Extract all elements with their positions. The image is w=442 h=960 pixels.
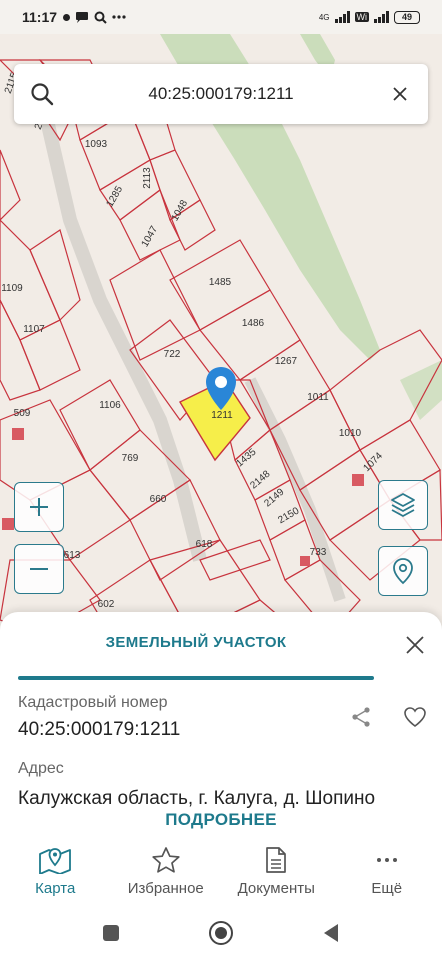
- status-bar: 11:17 4G Wi 49: [0, 0, 442, 34]
- plot-label-602: 602: [98, 599, 115, 610]
- plus-icon: [30, 498, 48, 516]
- signal-icon-2: [374, 11, 389, 23]
- layers-icon: [391, 493, 415, 517]
- search-icon[interactable]: [14, 64, 70, 124]
- plot-info-sheet: ЗЕМЕЛЬНЫЙ УЧАСТОК Кадастровый номер 40:2…: [0, 612, 442, 838]
- plot-label-1107: 1107: [23, 324, 45, 335]
- wifi-calling-label: Wi: [354, 12, 369, 22]
- plot-label-1048: 1048: [170, 198, 191, 223]
- plot-label-1106: 1106: [99, 400, 121, 411]
- back-button[interactable]: [316, 918, 346, 948]
- close-icon: [406, 636, 424, 654]
- plot-label-1047: 1047: [140, 224, 161, 249]
- close-sheet-button[interactable]: [402, 632, 428, 658]
- plot-label-769: 769: [122, 453, 139, 464]
- minus-icon: [30, 568, 48, 570]
- nav-label-documents: Документы: [237, 879, 315, 897]
- nav-label-map: Карта: [35, 879, 76, 897]
- system-nav-bar: [0, 906, 442, 960]
- map-view[interactable]: 2115211221391093211312851048104711091107…: [0, 34, 442, 634]
- plot-label-1011: 1011: [307, 392, 329, 403]
- map-icon: [39, 847, 72, 874]
- cadastral-number-value: 40:25:000179:1211: [18, 719, 181, 740]
- heart-icon: [404, 707, 426, 727]
- nav-item-more[interactable]: Ещё: [332, 836, 442, 906]
- plot-labels: 2115211221391093211312851048104711091107…: [1, 71, 385, 610]
- plot-label-1010: 1010: [339, 428, 362, 439]
- share-button[interactable]: [348, 704, 374, 730]
- chat-icon: [76, 11, 89, 23]
- nav-label-favorites: Избранное: [127, 879, 204, 897]
- more-details-button[interactable]: ПОДРОБНЕЕ: [0, 808, 442, 832]
- document-icon: [266, 846, 287, 873]
- share-icon: [352, 707, 370, 727]
- plot-label-733: 733: [310, 547, 327, 558]
- sheet-title: ЗЕМЕЛЬНЫЙ УЧАСТОК: [105, 634, 287, 651]
- nav-item-documents[interactable]: Документы: [221, 836, 332, 906]
- star-icon: [152, 846, 180, 873]
- location-pin-icon: [393, 558, 413, 585]
- plot-label-2113: 2113: [142, 167, 153, 189]
- plot-label-1486: 1486: [242, 318, 265, 329]
- address-label: Адрес: [18, 760, 64, 777]
- more-dots-small-icon: [112, 15, 126, 19]
- plot-label-2149: 2149: [262, 486, 286, 509]
- bottom-nav: Карта Избранное Документы Ещё: [0, 836, 442, 906]
- search-small-icon: [94, 11, 107, 24]
- cadastral-number-label: Кадастровый номер: [18, 694, 168, 711]
- plot-label-660: 660: [150, 494, 167, 505]
- nav-item-favorites[interactable]: Избранное: [111, 836, 222, 906]
- more-dots-icon: [376, 857, 397, 862]
- search-input[interactable]: [70, 74, 372, 114]
- plot-label-509: 509: [14, 408, 31, 419]
- plot-label-1485: 1485: [209, 277, 232, 288]
- plot-label-1074: 1074: [361, 450, 385, 474]
- close-icon[interactable]: [372, 64, 428, 124]
- signal-icon: [334, 11, 350, 23]
- address-value: Калужская область, г. Калуга, д. Шопино: [18, 788, 376, 809]
- plot-label-1285: 1285: [105, 184, 126, 209]
- home-button[interactable]: [206, 918, 236, 948]
- app-dot-icon: [63, 13, 71, 21]
- my-location-button[interactable]: [378, 546, 428, 596]
- network-type-label: 4G: [318, 12, 330, 22]
- nav-item-map[interactable]: Карта: [0, 836, 111, 906]
- plot-label-1109: 1109: [1, 283, 23, 294]
- plot-label-613: 613: [64, 550, 81, 561]
- layers-button[interactable]: [378, 480, 428, 530]
- plot-label-2150: 2150: [276, 505, 301, 526]
- plot-label-618: 618: [196, 539, 213, 550]
- back-triangle-icon: [324, 924, 338, 942]
- clock: 11:17: [22, 9, 58, 25]
- square-icon: [103, 925, 119, 941]
- recent-apps-button[interactable]: [96, 918, 126, 948]
- battery-icon: 49: [394, 10, 420, 24]
- favorite-button[interactable]: [402, 704, 428, 730]
- zoom-in-button[interactable]: [14, 482, 64, 532]
- home-circle-icon: [209, 921, 233, 945]
- location-marker-icon[interactable]: [204, 366, 238, 412]
- nav-label-more: Ещё: [371, 879, 403, 897]
- plot-label-722: 722: [164, 349, 181, 360]
- search-bar: [14, 64, 428, 124]
- plot-label-1093: 1093: [85, 139, 108, 150]
- plot-label-2148: 2148: [248, 468, 272, 491]
- plot-label-1435: 1435: [234, 446, 258, 469]
- plot-label-1267: 1267: [275, 356, 298, 367]
- zoom-out-button[interactable]: [14, 544, 64, 594]
- sheet-divider: [18, 676, 374, 680]
